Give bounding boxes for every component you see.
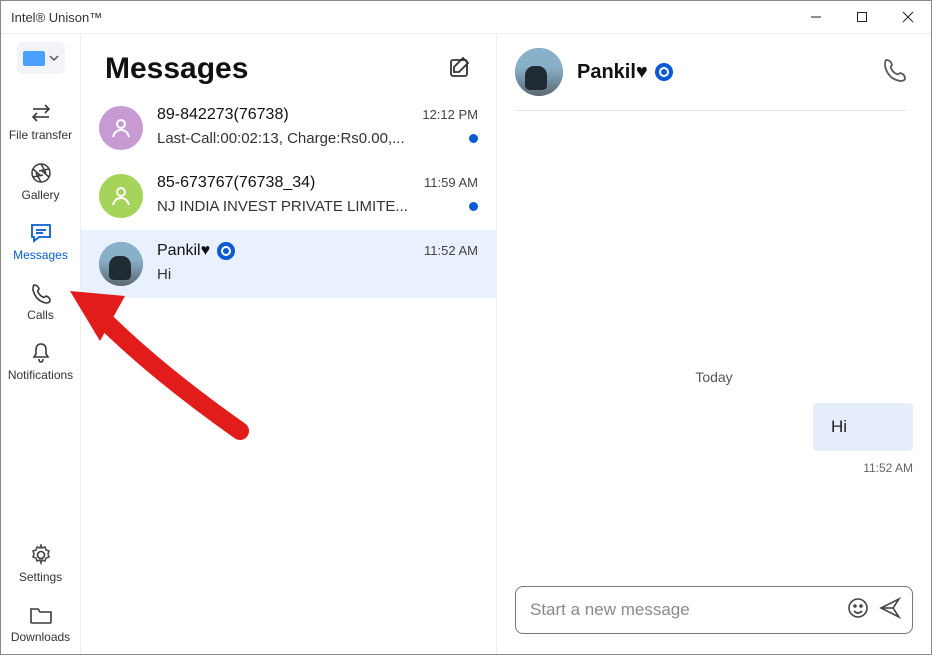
sidebar-item-label: File transfer — [2, 128, 80, 142]
message-input[interactable] — [530, 600, 838, 620]
call-button[interactable] — [881, 57, 907, 88]
page-title: Messages — [105, 52, 248, 86]
sidebar-item-gallery[interactable]: Gallery — [2, 152, 80, 212]
window-controls — [793, 1, 931, 33]
thread-name: Pankil♥ — [157, 242, 235, 260]
thread-name: 89-842273(76738) — [157, 106, 289, 124]
sidebar-item-label: Gallery — [2, 188, 80, 202]
sidebar: File transfer Gallery Messages Calls Not… — [1, 34, 81, 654]
message-text: Hi — [813, 403, 913, 451]
device-selector[interactable] — [17, 42, 65, 74]
nazar-icon — [655, 63, 673, 81]
thread-item[interactable]: 89-842273(76738) 12:12 PM Last-Call:00:0… — [81, 94, 496, 162]
compose-button[interactable] — [448, 55, 472, 84]
nazar-icon — [217, 242, 235, 260]
folder-icon — [2, 602, 80, 628]
list-header: Messages — [81, 34, 496, 94]
sidebar-item-file-transfer[interactable]: File transfer — [2, 92, 80, 152]
thread-snippet: NJ INDIA INVEST PRIVATE LIMITE... — [157, 198, 408, 215]
phone-icon — [2, 280, 80, 306]
sidebar-item-downloads[interactable]: Downloads — [2, 594, 80, 654]
device-icon — [23, 51, 45, 66]
gear-icon — [2, 542, 80, 568]
date-separator: Today — [515, 369, 913, 385]
main-area: File transfer Gallery Messages Calls Not… — [1, 33, 931, 654]
avatar — [99, 242, 143, 286]
sidebar-item-label: Settings — [2, 570, 80, 584]
minimize-button[interactable] — [793, 1, 839, 33]
transfer-icon — [2, 100, 80, 126]
aperture-icon — [2, 160, 80, 186]
maximize-button[interactable] — [839, 1, 885, 33]
chat-body: Today Hi 11:52 AM — [497, 111, 931, 574]
chat-input-row — [497, 574, 931, 654]
sidebar-item-notifications[interactable]: Notifications — [2, 332, 80, 392]
sidebar-item-label: Notifications — [2, 368, 80, 382]
avatar — [99, 106, 143, 150]
sidebar-item-label: Downloads — [2, 630, 80, 644]
chat-panel: Pankil♥ Today Hi 11:52 AM — [497, 34, 931, 654]
chat-title: Pankil♥ — [577, 61, 673, 84]
thread-time: 12:12 PM — [422, 107, 478, 122]
chat-icon — [2, 220, 80, 246]
sidebar-item-label: Calls — [2, 308, 80, 322]
title-bar: Intel® Unison™ — [1, 1, 931, 33]
bell-icon — [2, 340, 80, 366]
avatar — [99, 174, 143, 218]
thread-snippet: Last-Call:00:02:13, Charge:Rs0.00,... — [157, 130, 405, 147]
emoji-button[interactable] — [846, 596, 870, 625]
unread-dot — [469, 134, 478, 143]
close-button[interactable] — [885, 1, 931, 33]
thread-time: 11:59 AM — [424, 175, 478, 190]
send-button[interactable] — [878, 596, 902, 625]
sidebar-item-calls[interactable]: Calls — [2, 272, 80, 332]
thread-time: 11:52 AM — [424, 243, 478, 258]
chevron-down-icon — [49, 53, 59, 63]
conversation-list-panel: Messages 89-842273(76738) 12:12 PM Last-… — [81, 34, 497, 654]
unread-dot — [469, 202, 478, 211]
thread-name: 85-673767(76738_34) — [157, 174, 315, 192]
message-outgoing: Hi 11:52 AM — [515, 403, 913, 475]
thread-item-active[interactable]: Pankil♥ 11:52 AM Hi — [81, 230, 496, 298]
message-time: 11:52 AM — [863, 461, 913, 475]
thread-snippet: Hi — [157, 266, 171, 283]
sidebar-item-settings[interactable]: Settings — [2, 534, 80, 594]
window-title: Intel® Unison™ — [11, 10, 102, 25]
chat-input-container — [515, 586, 913, 634]
thread-item[interactable]: 85-673767(76738_34) 11:59 AM NJ INDIA IN… — [81, 162, 496, 230]
sidebar-item-messages[interactable]: Messages — [2, 212, 80, 272]
chat-header: Pankil♥ — [515, 34, 907, 111]
sidebar-item-label: Messages — [2, 248, 80, 262]
avatar — [515, 48, 563, 96]
